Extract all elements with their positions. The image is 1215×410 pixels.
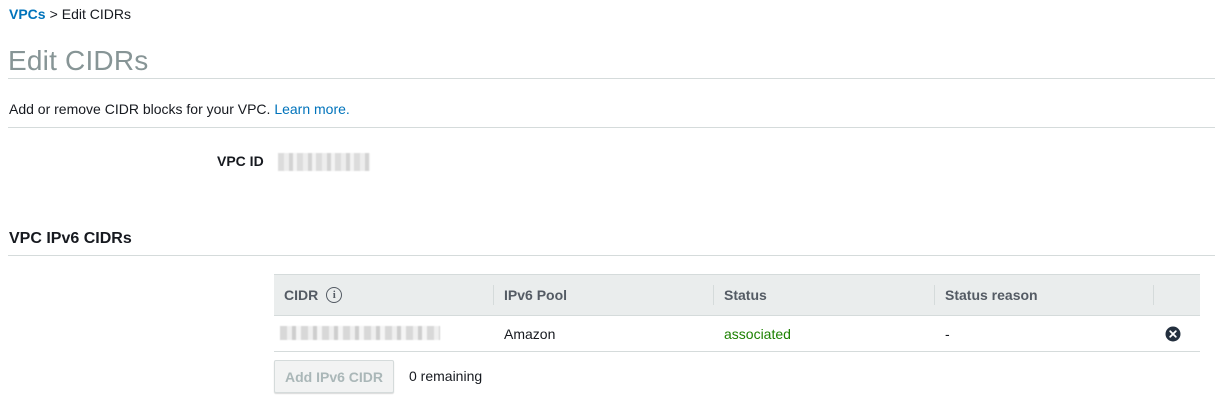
- page-title: Edit CIDRs: [8, 45, 149, 76]
- table-row: Amazon associated -: [274, 316, 1200, 352]
- status-cell: associated: [724, 326, 791, 342]
- remaining-count: 0 remaining: [409, 368, 483, 384]
- title-divider: [8, 78, 1215, 79]
- cidr-value-redacted: [280, 326, 440, 340]
- breadcrumb-separator: >: [49, 6, 58, 22]
- status-reason-cell: -: [945, 326, 950, 342]
- learn-more-link[interactable]: Learn more.: [274, 101, 349, 117]
- table-header: CIDR i IPv6 Pool Status Status reason: [274, 274, 1200, 316]
- page-description: Add or remove CIDR blocks for your VPC. …: [9, 101, 350, 117]
- info-icon[interactable]: i: [326, 286, 343, 303]
- description-divider: [8, 127, 1215, 128]
- column-header-ipv6-pool: IPv6 Pool: [504, 287, 568, 303]
- column-divider: [1153, 285, 1154, 305]
- vpc-id-value-redacted: [278, 153, 370, 171]
- description-text: Add or remove CIDR blocks for your VPC.: [9, 101, 271, 117]
- breadcrumb: VPCs > Edit CIDRs: [9, 6, 131, 22]
- edit-cidrs-page: VPCs > Edit CIDRs Edit CIDRs Add or remove…: [0, 0, 1215, 410]
- add-ipv6-cidr-button[interactable]: Add IPv6 CIDR: [274, 360, 394, 393]
- column-header-cidr-label: CIDR: [284, 287, 319, 303]
- column-header-status: Status: [724, 287, 767, 303]
- breadcrumb-current: Edit CIDRs: [61, 6, 131, 22]
- remove-circle-x-icon[interactable]: [1165, 326, 1181, 342]
- ipv6-cidr-table: CIDR i IPv6 Pool Status Status reason Ama…: [274, 274, 1200, 352]
- column-header-cidr: CIDR i: [284, 275, 343, 315]
- column-divider: [493, 285, 494, 305]
- breadcrumb-vpcs-link[interactable]: VPCs: [9, 6, 46, 22]
- column-header-status-reason: Status reason: [945, 287, 1038, 303]
- ipv6-pool-cell: Amazon: [504, 326, 556, 342]
- section-divider: [8, 255, 1215, 256]
- column-divider: [713, 285, 714, 305]
- column-divider: [934, 285, 935, 305]
- ipv6-section-title: VPC IPv6 CIDRs: [9, 230, 132, 247]
- vpc-id-label: VPC ID: [217, 153, 264, 169]
